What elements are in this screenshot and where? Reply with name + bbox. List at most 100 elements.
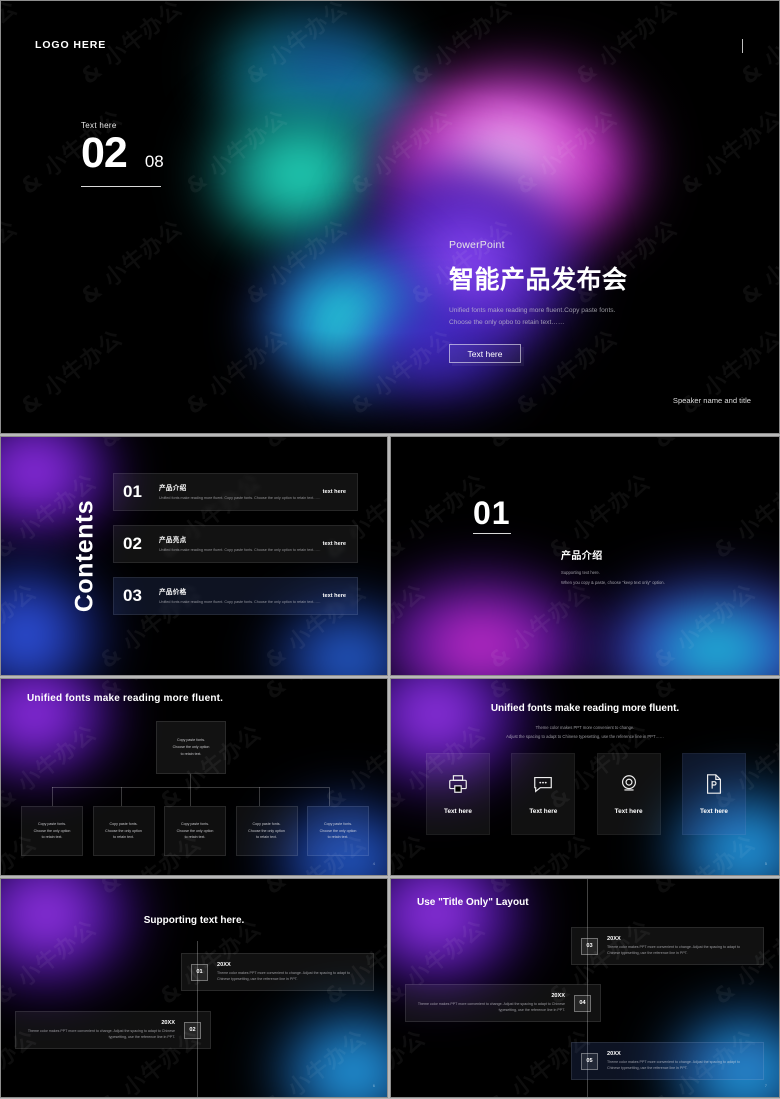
item-description: Theme color makes PPT more convenient to… xyxy=(217,970,350,981)
slide-title: Unified fonts make reading more fluent. xyxy=(490,703,680,714)
list-item[interactable]: 03 产品价格 Unified fonts make reading more … xyxy=(113,577,358,615)
page-number: 6 xyxy=(372,1083,375,1088)
slide-7-timeline-title-only[interactable]: & 小牛办公& 小牛办公& 小牛办公& 小牛办公& 小牛办公& 小牛办公& 小牛… xyxy=(390,878,780,1098)
date-block: Text here 02 08 xyxy=(81,121,164,187)
watermark-text: & 小牛办公 xyxy=(646,437,761,455)
node-line-1: Copy paste fonts. xyxy=(181,821,209,826)
logo-placeholder: LOGO HERE xyxy=(35,39,107,51)
item-description: Theme color makes PPT more convenient to… xyxy=(607,1059,740,1070)
slide-title: Supporting text here. xyxy=(143,915,245,926)
section-number: 01 xyxy=(473,495,511,531)
org-child-node[interactable]: Copy paste fonts. Choose the only option… xyxy=(21,806,83,856)
connector-branch-5 xyxy=(329,787,330,806)
node-line-2: Choose the only option xyxy=(319,828,357,833)
node-line-2: Choose the only option xyxy=(33,828,71,833)
node-line-1: Copy paste fonts. xyxy=(109,821,138,826)
node-line-1: Copy paste fonts. xyxy=(177,738,205,743)
timeline-item[interactable]: 20XX Theme color makes PPT more convenie… xyxy=(15,1011,211,1049)
list-item[interactable]: 02 产品亮点 Unified fonts make reading more … xyxy=(113,525,358,563)
org-child-node[interactable]: Copy paste fonts. Choose the only option… xyxy=(92,806,155,856)
watermark-text: & 小牛办公 xyxy=(710,470,779,565)
watermark-text: & 小牛办公 xyxy=(257,437,372,455)
connector-horizontal-bus xyxy=(52,787,329,788)
slide-5-icon-cards[interactable]: & 小牛办公& 小牛办公& 小牛办公& 小牛办公& 小牛办公& 小牛办公& 小牛… xyxy=(390,678,780,876)
section-text-block: 产品介绍 Supporting text here. When you copy… xyxy=(561,547,665,585)
slide-subtitle: Theme color makes PPT more convenient to… xyxy=(391,724,779,742)
icon-card[interactable]: Text here xyxy=(511,753,576,835)
slide-3-section-divider[interactable]: & 小牛办公& 小牛办公& 小牛办公& 小牛办公& 小牛办公& 小牛办公& 小牛… xyxy=(390,436,780,676)
node-line-3: to retain text. xyxy=(180,751,202,756)
card-label: Text here xyxy=(700,808,728,815)
node-line-2: Choose the only option xyxy=(172,745,210,750)
org-child-node[interactable]: Copy paste fonts. Choose the only option… xyxy=(164,806,226,856)
node-line-3: to retain text. xyxy=(256,835,277,840)
watermark-text: & 小牛办公 xyxy=(391,1026,431,1097)
vignette-overlay xyxy=(1,1,779,433)
gradient-bottom-left-blue xyxy=(1,545,131,675)
timeline-item[interactable]: 20XX Theme color makes PPT more convenie… xyxy=(405,984,601,1022)
date-rule xyxy=(81,185,161,187)
item-side-label: text here xyxy=(322,489,346,495)
slide-title: Unified fonts make reading more fluent. xyxy=(27,693,224,704)
contents-heading: Contents xyxy=(70,499,99,613)
item-number-badge: 01 xyxy=(191,963,208,981)
node-line-1: Copy paste fonts. xyxy=(38,821,66,826)
connector-branch-4 xyxy=(259,787,260,806)
icon-card[interactable]: Text here xyxy=(681,753,746,835)
hero-cta-button[interactable]: Text here xyxy=(449,344,521,364)
slide-2-contents[interactable]: & 小牛办公& 小牛办公& 小牛办公& 小牛办公& 小牛办公& 小牛办公& 小牛… xyxy=(0,436,388,676)
item-year: 20XX xyxy=(161,1019,175,1026)
node-line-3: to retain text. xyxy=(41,835,63,840)
timeline-item[interactable]: 03 20XX Theme color makes PPT more conve… xyxy=(571,927,764,965)
list-item[interactable]: 01 产品介绍 Unified fonts make reading more … xyxy=(113,473,358,511)
page-number: 7 xyxy=(764,1083,767,1088)
hero-text-block: PowerPoint 智能产品发布会 Unified fonts make re… xyxy=(449,239,628,364)
slide-4-org-chart[interactable]: & 小牛办公& 小牛办公& 小牛办公& 小牛办公& 小牛办公& 小牛办公& 小牛… xyxy=(0,678,388,876)
item-number: 03 xyxy=(123,586,142,605)
item-number: 02 xyxy=(123,534,142,553)
item-description: Theme color makes PPT more convenient to… xyxy=(607,944,740,955)
org-root-node[interactable]: Copy paste fonts. Choose the only option… xyxy=(156,721,226,774)
gradient-bottom-right-cyan xyxy=(227,977,387,1097)
org-child-node[interactable]: Copy paste fonts. Choose the only option… xyxy=(235,806,298,856)
item-description: Unified fonts make reading more fluent. … xyxy=(159,548,321,553)
icon-card-row: Text here Text here Text here Text here xyxy=(426,753,746,835)
node-line-2: Choose the only option xyxy=(105,828,142,833)
watermark-text: & 小牛办公 xyxy=(257,679,372,706)
node-line-3: to retain text. xyxy=(184,835,206,840)
item-description: Unified fonts make reading more fluent. … xyxy=(159,600,321,605)
section-subtitle-1: Supporting text here. xyxy=(561,570,600,575)
icon-card[interactable]: Text here xyxy=(596,753,661,835)
watermark-text: & 小牛办公 xyxy=(257,879,372,901)
item-year: 20XX xyxy=(217,961,231,968)
slide-deck-grid: & 小牛办公 & 小牛办公 & 小牛办公 & 小牛办公 & 小牛办公 & 小牛办公 & 小牛… xyxy=(0,0,780,1099)
node-line-2: Choose the only option xyxy=(248,828,285,833)
timeline-item[interactable]: 05 20XX Theme color makes PPT more conve… xyxy=(571,1042,764,1080)
connector-branch-2 xyxy=(121,787,122,806)
section-rule xyxy=(473,533,511,534)
connector-root-down xyxy=(190,774,191,806)
webcam-icon xyxy=(618,773,640,795)
slide-6-timeline[interactable]: & 小牛办公& 小牛办公& 小牛办公& 小牛办公& 小牛办公& 小牛办公& 小牛… xyxy=(0,878,388,1098)
item-title: 产品价格 xyxy=(159,589,187,597)
timeline-item[interactable]: 01 20XX Theme color makes PPT more conve… xyxy=(181,953,374,991)
item-number-badge: 02 xyxy=(184,1021,201,1039)
icon-card[interactable]: Text here xyxy=(426,753,490,835)
chat-bubble-icon xyxy=(532,773,554,795)
item-description: Theme color makes PPT more convenient to… xyxy=(417,1001,565,1012)
card-label: Text here xyxy=(614,808,643,815)
item-description: Theme color makes PPT more convenient to… xyxy=(27,1028,175,1039)
connector-branch-1 xyxy=(52,787,53,806)
powerpoint-file-icon xyxy=(703,773,725,795)
item-side-label: text here xyxy=(322,541,346,547)
hero-eyebrow: PowerPoint xyxy=(449,239,505,251)
date-month: 02 xyxy=(81,129,128,177)
hero-subtitle: Unified fonts make reading more fluent.C… xyxy=(449,307,616,327)
node-line-1: Copy paste fonts. xyxy=(252,821,281,826)
slide-1-title[interactable]: & 小牛办公& 小牛办公& 小牛办公& 小牛办公& 小牛办公& 小牛办公& 小牛… xyxy=(0,0,780,434)
org-child-node[interactable]: Copy paste fonts. Choose the only option… xyxy=(307,806,369,856)
slide-title: Use "Title Only" Layout xyxy=(417,897,529,908)
watermark-text: & 小牛办公 xyxy=(391,437,431,455)
page-number: 4 xyxy=(372,861,375,866)
item-title: 产品介绍 xyxy=(159,485,187,493)
